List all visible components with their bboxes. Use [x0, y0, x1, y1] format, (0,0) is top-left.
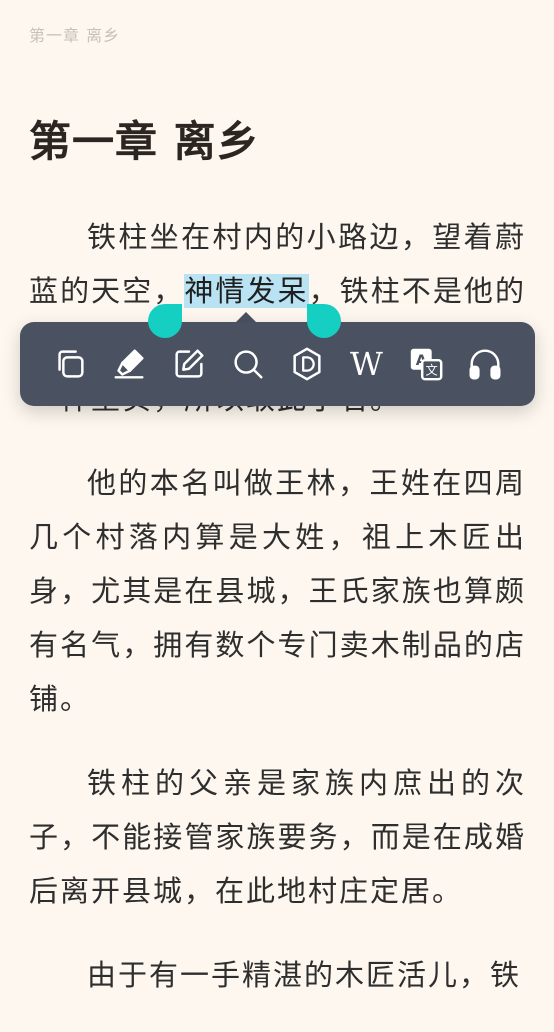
dictionary-button[interactable]	[287, 344, 327, 384]
selection-end-handle[interactable]	[307, 304, 341, 338]
dictionary-icon	[293, 347, 321, 381]
selected-text[interactable]: 神情发呆	[184, 274, 309, 308]
edit-note-icon	[174, 349, 204, 378]
translate-button[interactable]: A 文	[406, 344, 446, 384]
headphones-icon	[469, 349, 501, 380]
read-aloud-button[interactable]	[465, 344, 505, 384]
copy-icon	[58, 350, 84, 378]
wikipedia-button[interactable]: W	[346, 344, 386, 384]
chapter-title: 第一章 离乡	[29, 117, 260, 166]
translate-icon-chinese: 文	[425, 362, 437, 377]
paragraph-3[interactable]: 铁柱的父亲是家族内庶出的次子，不能接管家族要务，而是在成婚后离开县城，在此地村庄…	[29, 756, 526, 918]
highlighter-icon	[114, 349, 144, 379]
wikipedia-icon: W	[349, 345, 383, 383]
note-button[interactable]	[169, 344, 209, 384]
highlight-button[interactable]	[109, 344, 149, 384]
translate-icon: A 文	[410, 348, 443, 381]
copy-button[interactable]	[50, 344, 90, 384]
search-icon	[234, 350, 263, 379]
running-header: 第一章 离乡	[29, 26, 121, 45]
selection-start-handle[interactable]	[148, 304, 182, 338]
selection-toolbar: W A 文	[20, 322, 535, 406]
paragraph-4[interactable]: 由于有一手精湛的木匠活儿，铁	[29, 948, 526, 1002]
paragraph-2[interactable]: 他的本名叫做王林，王姓在四周几个村落内算是大姓，祖上木匠出身，尤其是在县城，王氏…	[29, 456, 526, 726]
search-button[interactable]	[228, 344, 268, 384]
